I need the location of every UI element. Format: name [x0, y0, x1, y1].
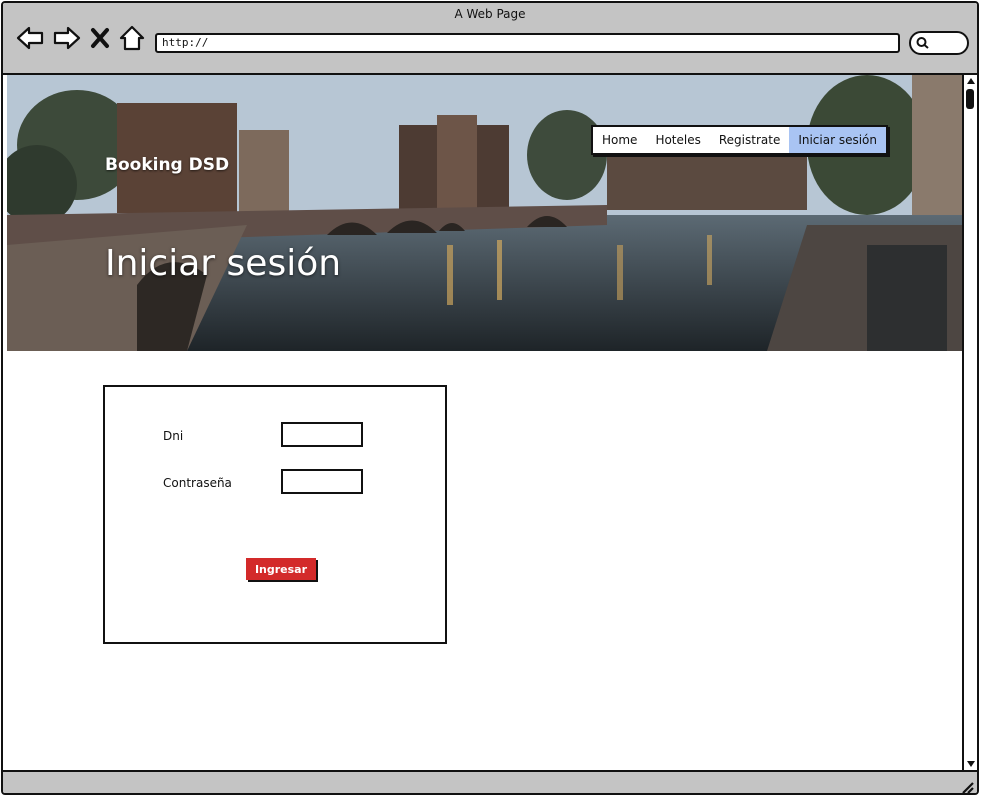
status-bar: [3, 770, 977, 795]
password-label: Contraseña: [163, 476, 232, 490]
scroll-down-icon[interactable]: [965, 759, 977, 769]
nav-item-iniciar-sesion[interactable]: Iniciar sesión: [789, 127, 887, 153]
window-title: A Web Page: [454, 7, 526, 21]
address-bar[interactable]: http://: [155, 33, 900, 53]
back-icon[interactable]: [15, 23, 45, 53]
ingresar-button[interactable]: Ingresar: [246, 558, 316, 580]
dni-label: Dni: [163, 429, 184, 443]
page-title: Iniciar sesión: [105, 243, 342, 284]
login-form: Dni Contraseña Ingresar: [103, 385, 447, 644]
scroll-up-icon[interactable]: [965, 76, 977, 86]
vertical-scrollbar[interactable]: [962, 75, 977, 772]
resize-grip-icon[interactable]: [959, 779, 975, 795]
close-icon[interactable]: [89, 23, 111, 53]
nav-item-hoteles[interactable]: Hoteles: [646, 127, 709, 153]
browser-window: A Web Page http:// Booking DSD Iniciar s…: [1, 1, 979, 795]
search-field[interactable]: [909, 31, 969, 55]
canal-banner-image: [7, 75, 962, 351]
password-field[interactable]: [281, 469, 363, 494]
dni-field[interactable]: [281, 422, 363, 447]
hero-banner: Booking DSD Iniciar sesión Home Hoteles …: [7, 75, 962, 351]
nav-item-registrate[interactable]: Registrate: [710, 127, 789, 153]
home-icon[interactable]: [117, 23, 147, 53]
main-nav: Home Hoteles Registrate Iniciar sesión: [591, 125, 889, 155]
browser-toolbar: A Web Page http://: [3, 3, 977, 75]
scrollbar-thumb[interactable]: [966, 89, 974, 109]
nav-item-home[interactable]: Home: [593, 127, 646, 153]
brand-name[interactable]: Booking DSD: [105, 155, 229, 175]
search-icon: [916, 37, 929, 49]
forward-icon[interactable]: [52, 23, 82, 53]
